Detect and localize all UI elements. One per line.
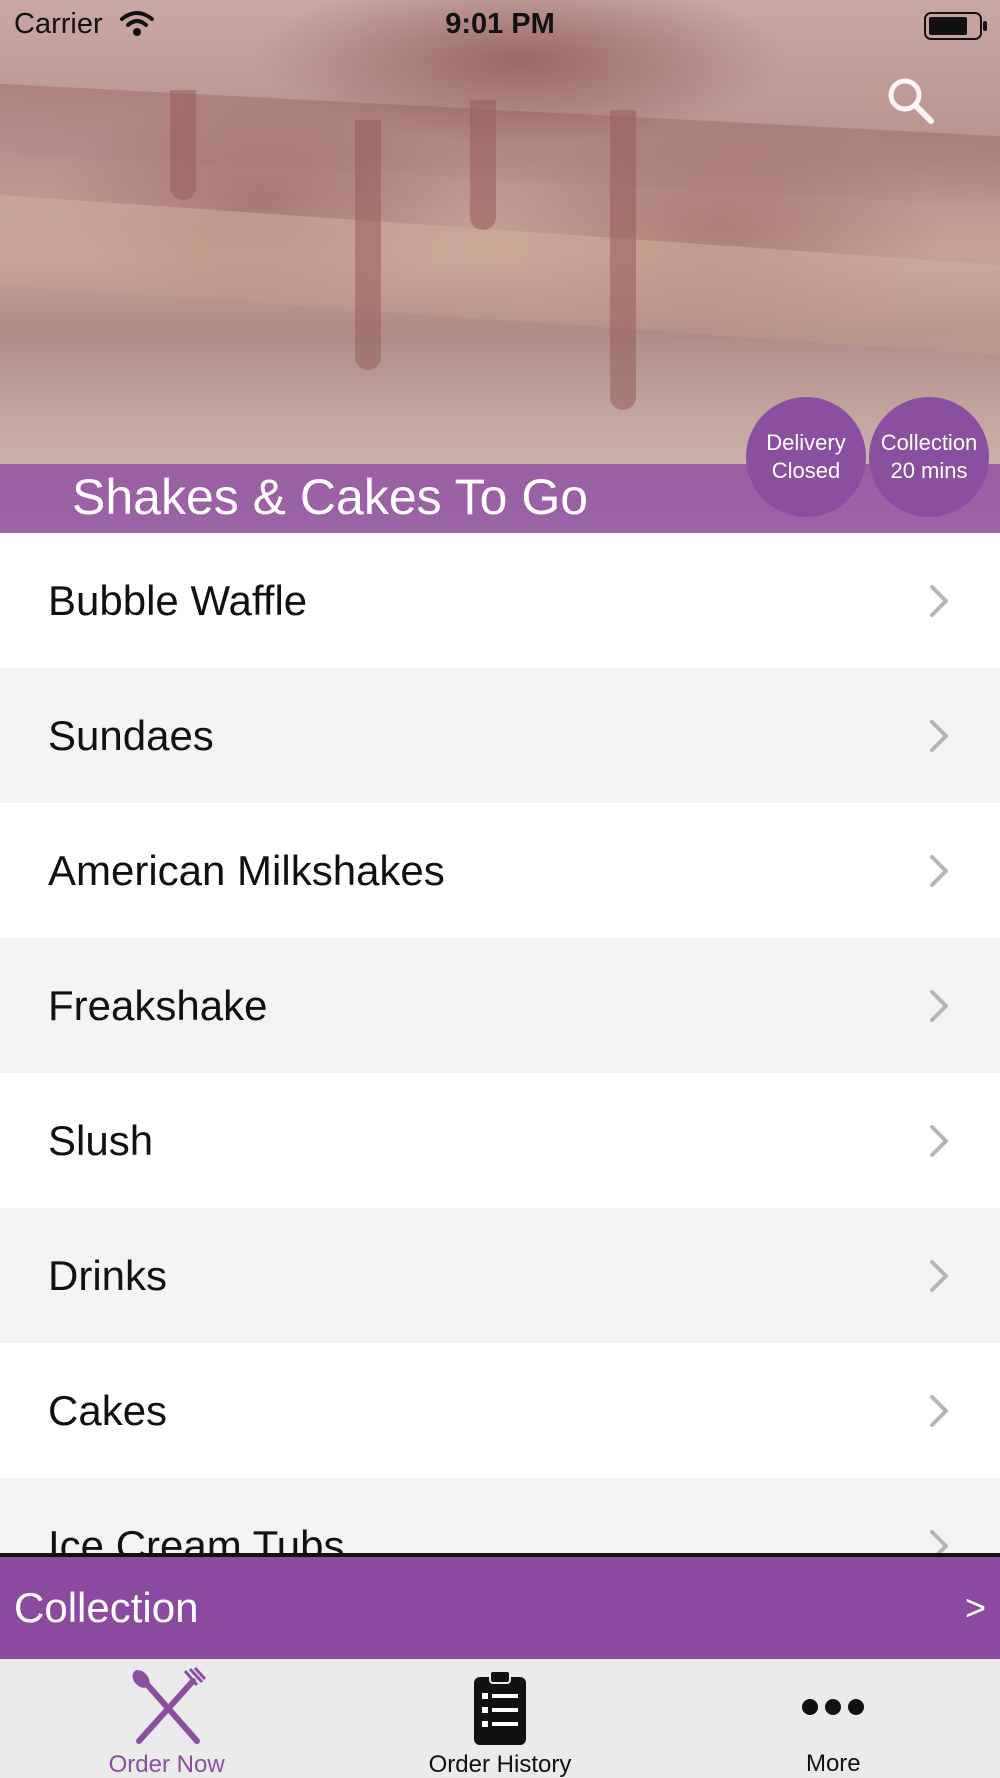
menu-item-sundaes[interactable]: Sundaes <box>0 668 1000 803</box>
tab-order-now[interactable]: Order Now <box>0 1659 333 1778</box>
menu-item-label: Slush <box>48 1116 154 1164</box>
collection-mode-button[interactable]: Collection > <box>0 1557 1000 1659</box>
search-icon[interactable] <box>885 75 937 132</box>
tab-label: Order Now <box>108 1751 225 1778</box>
menu-item-cakes[interactable]: Cakes <box>0 1343 1000 1478</box>
clipboard-icon <box>460 1667 540 1747</box>
tab-more[interactable]: More <box>667 1659 1000 1778</box>
collection-label: Collection <box>14 1584 199 1631</box>
menu-item-freakshake[interactable]: Freakshake <box>0 938 1000 1073</box>
collection-status-badge[interactable]: Collection 20 mins <box>869 397 989 517</box>
menu-item-label: Freakshake <box>48 981 268 1029</box>
chevron-right-icon <box>930 854 948 887</box>
tab-label: More <box>805 1750 861 1777</box>
tab-label: Order History <box>428 1751 572 1778</box>
menu-item-ice-cream-tubs[interactable]: Ice Cream Tubs <box>0 1478 1000 1553</box>
collection-arrow: > <box>964 1587 986 1628</box>
menu-item-label: Cakes <box>48 1386 168 1434</box>
menu-item-label: Drinks <box>48 1251 168 1299</box>
store-title: Shakes & Cakes To Go <box>72 469 589 525</box>
chevron-right-icon <box>930 584 948 617</box>
tab-bar: Order Now Order History More <box>0 1659 1000 1778</box>
menu-item-label: Bubble Waffle <box>48 576 308 624</box>
menu-category-list[interactable]: Bubble Waffle Sundaes American Milkshake… <box>0 533 1000 1553</box>
menu-item-drinks[interactable]: Drinks <box>0 1208 1000 1343</box>
status-bar: Carrier 9:01 PM <box>0 0 1000 50</box>
chevron-right-icon <box>930 1259 948 1292</box>
fork-knife-icon <box>127 1667 207 1747</box>
menu-item-label: American Milkshakes <box>48 846 445 894</box>
more-dots-icon <box>793 1667 873 1746</box>
chevron-right-icon <box>930 1529 948 1553</box>
menu-item-label: Sundaes <box>48 711 214 759</box>
chevron-right-icon <box>930 719 948 752</box>
delivery-status-badge[interactable]: Delivery Closed <box>746 397 866 517</box>
chevron-right-icon <box>930 1394 948 1427</box>
clock: 9:01 PM <box>445 8 555 40</box>
delivery-badge-line2: Closed <box>771 458 841 483</box>
collection-badge-line2: 20 mins <box>890 458 968 483</box>
menu-item-label: Ice Cream Tubs <box>48 1521 345 1554</box>
tab-order-history[interactable]: Order History <box>333 1659 666 1778</box>
menu-item-slush[interactable]: Slush <box>0 1073 1000 1208</box>
menu-item-american-milkshakes[interactable]: American Milkshakes <box>0 803 1000 938</box>
chevron-right-icon <box>930 989 948 1022</box>
collection-badge-line1: Collection <box>880 430 978 455</box>
chevron-right-icon <box>930 1124 948 1157</box>
battery-icon <box>924 12 988 45</box>
menu-item-bubble-waffle[interactable]: Bubble Waffle <box>0 533 1000 668</box>
delivery-badge-line1: Delivery <box>766 430 846 455</box>
